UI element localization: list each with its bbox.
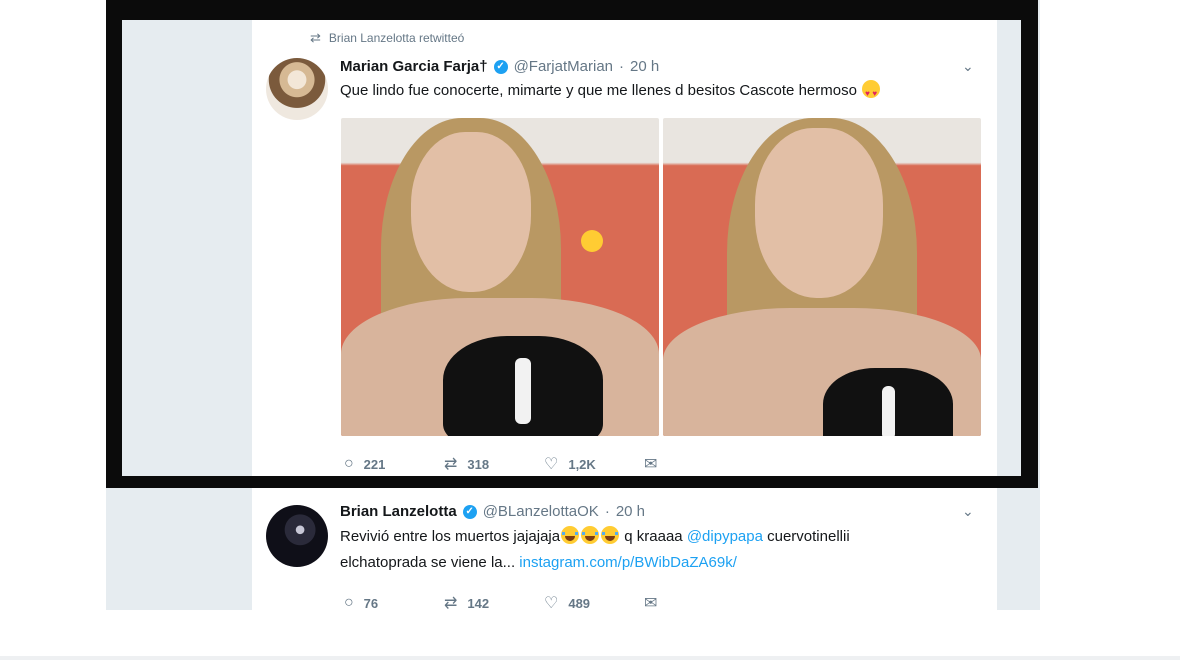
retweet-icon: ⇄ — [444, 595, 458, 612]
tweet-text-body: q kraaaa — [620, 528, 687, 545]
tweet-photo[interactable] — [663, 118, 981, 436]
emoji-sticker-icon — [581, 230, 603, 252]
timestamp[interactable]: 20 h — [616, 503, 645, 520]
avatar[interactable] — [266, 58, 328, 120]
author-name[interactable]: Brian Lanzelotta — [340, 503, 457, 520]
retweet-button[interactable]: ⇄ 142 — [444, 593, 544, 613]
chevron-down-icon[interactable]: ⌄ — [962, 503, 974, 520]
chevron-down-icon[interactable]: ⌄ — [962, 58, 974, 75]
tweet-text-body: elchatoprada se viene la... — [340, 554, 520, 571]
author-handle[interactable]: @FarjatMarian — [514, 58, 613, 75]
tweet-text: Revivió entre los muertos jajajaja q kra… — [340, 525, 850, 549]
tweet-text-body: cuervotinellii — [762, 528, 850, 545]
direct-message-button[interactable]: ✉ — [644, 454, 744, 474]
instagram-link[interactable]: instagram.com/p/BWibDaZA69k/ — [519, 554, 737, 571]
tweet-actions: ○ 221 ⇄ 318 ♡ 1,2K ✉ — [344, 454, 744, 474]
heart-icon: ♡ — [544, 595, 559, 612]
tweet-text: Que lindo fue conocerte, mimarte y que m… — [340, 79, 881, 106]
retweet-context-text: Brian Lanzelotta retwitteó — [328, 31, 465, 45]
like-count: 489 — [568, 595, 591, 611]
envelope-icon: ✉ — [644, 595, 658, 612]
retweet-icon: ⇄ — [444, 456, 458, 473]
right-gutter — [997, 20, 1021, 476]
retweet-count: 142 — [467, 595, 490, 611]
reply-button[interactable]: ○ 221 — [344, 455, 444, 473]
direct-message-button[interactable]: ✉ — [644, 593, 744, 613]
reply-count: 76 — [363, 595, 379, 611]
laughing-tears-emoji-icon — [581, 526, 600, 544]
like-count: 1,2K — [568, 456, 596, 472]
heart-eyes-emoji-icon — [862, 80, 881, 106]
author-handle[interactable]: @BLanzelottaOK — [483, 503, 599, 520]
tweet-actions: ○ 76 ⇄ 142 ♡ 489 ✉ — [344, 593, 744, 613]
left-gutter — [122, 20, 252, 476]
avatar[interactable] — [266, 505, 328, 567]
tweet-text-body: Revivió entre los muertos jajajaja — [340, 528, 561, 545]
author-name[interactable]: Marian Garcia Farja† — [340, 58, 488, 75]
reply-icon: ○ — [344, 594, 354, 611]
reply-button[interactable]: ○ 76 — [344, 594, 444, 612]
verified-badge-icon: ✓ — [493, 59, 508, 74]
mention-link[interactable]: @dipypapa — [687, 528, 763, 545]
retweet-icon: ⇄ — [310, 30, 321, 45]
retweet-button[interactable]: ⇄ 318 — [444, 454, 544, 474]
reply-count: 221 — [363, 456, 386, 472]
heart-icon: ♡ — [544, 456, 559, 473]
separator: · — [619, 58, 624, 75]
retweet-count: 318 — [467, 456, 490, 472]
retweet-context[interactable]: ⇄ Brian Lanzelotta retwitteó — [310, 30, 464, 46]
like-button[interactable]: ♡ 489 — [544, 593, 644, 613]
tweet-text-body: Que lindo fue conocerte, mimarte y que m… — [340, 82, 857, 99]
tweet-photo[interactable] — [341, 118, 659, 436]
separator: · — [604, 503, 610, 520]
laughing-tears-emoji-icon — [561, 526, 580, 544]
divider — [0, 656, 1180, 660]
envelope-icon: ✉ — [644, 456, 658, 473]
laughing-tears-emoji-icon — [601, 526, 620, 544]
tweet-header: Marian Garcia Farja† ✓ @FarjatMarian · 2… — [340, 58, 659, 75]
reply-icon: ○ — [344, 455, 354, 472]
tweet-header: Brian Lanzelotta ✓ @BLanzelottaOK · 20 h — [340, 503, 645, 520]
timestamp[interactable]: 20 h — [630, 58, 659, 75]
tweet-text-line2: elchatoprada se viene la... instagram.co… — [340, 551, 737, 575]
like-button[interactable]: ♡ 1,2K — [544, 454, 644, 474]
verified-badge-icon: ✓ — [462, 504, 477, 519]
